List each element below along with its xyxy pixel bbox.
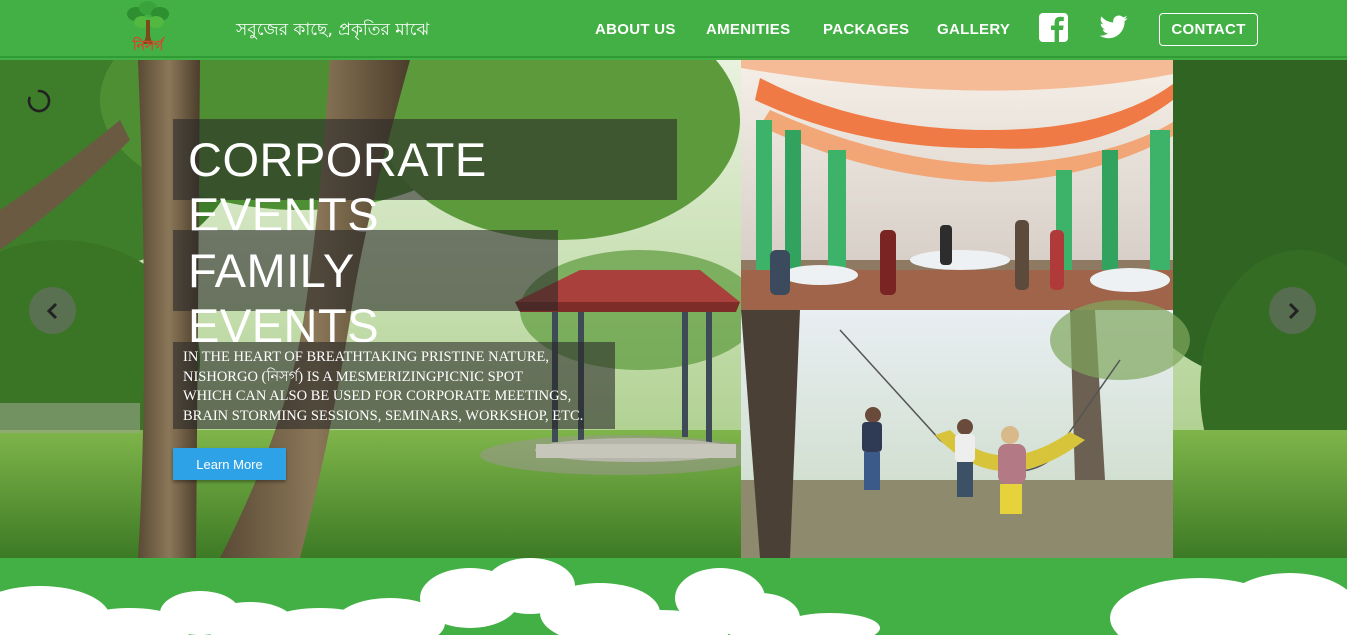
- twitter-icon[interactable]: [1100, 15, 1128, 39]
- site-logo[interactable]: নিসর্গ: [116, 0, 180, 56]
- facebook-icon[interactable]: [1039, 13, 1068, 42]
- slider-next-button[interactable]: [1269, 287, 1316, 334]
- slide-description: IN THE HEART OF BREATHTAKING PRISTINE NA…: [173, 342, 615, 429]
- slide-description-line: IN THE HEART OF BREATHTAKING PRISTINE NA…: [183, 349, 549, 365]
- slide-description-line: BRAIN STORMING SESSIONS, SEMINARS, WORKS…: [183, 407, 584, 424]
- learn-more-button[interactable]: Learn More: [173, 448, 286, 480]
- nav-gallery[interactable]: GALLERY: [937, 21, 1010, 38]
- cloud-decoration: [0, 558, 1347, 635]
- contact-button[interactable]: CONTACT: [1159, 13, 1258, 46]
- slide-heading-family: FAMILY EVENTS: [173, 230, 558, 352]
- chevron-right-icon: [1288, 302, 1299, 319]
- chevron-left-icon: [46, 302, 57, 319]
- slider-prev-button[interactable]: [29, 287, 76, 334]
- slide-heading-corporate: CORPORATE EVENTS: [173, 119, 677, 241]
- site-header: নিসর্গ সবুজের কাছে, প্রকৃতির মাঝে ABOUT …: [0, 0, 1347, 58]
- nav-about-us[interactable]: ABOUT US: [595, 21, 676, 38]
- event-photo-collage: [741, 60, 1190, 558]
- logo-text: নিসর্গ: [132, 36, 166, 54]
- slide-description-line: NISHORGO (নিসর্গ) IS A MESMERIZINGPICNIC…: [183, 368, 524, 385]
- site-tagline: সবুজের কাছে, প্রকৃতির মাঝে: [236, 20, 430, 40]
- loading-spinner-icon: [27, 89, 51, 113]
- slide-description-line: WHICH CAN ALSO BE USED FOR CORPORATE MEE…: [183, 388, 572, 404]
- hero-slider: CORPORATE EVENTS FAMILY EVENTS IN THE HE…: [0, 60, 1347, 558]
- nav-packages[interactable]: PACKAGES: [823, 21, 909, 38]
- nav-amenities[interactable]: AMENITIES: [706, 21, 790, 38]
